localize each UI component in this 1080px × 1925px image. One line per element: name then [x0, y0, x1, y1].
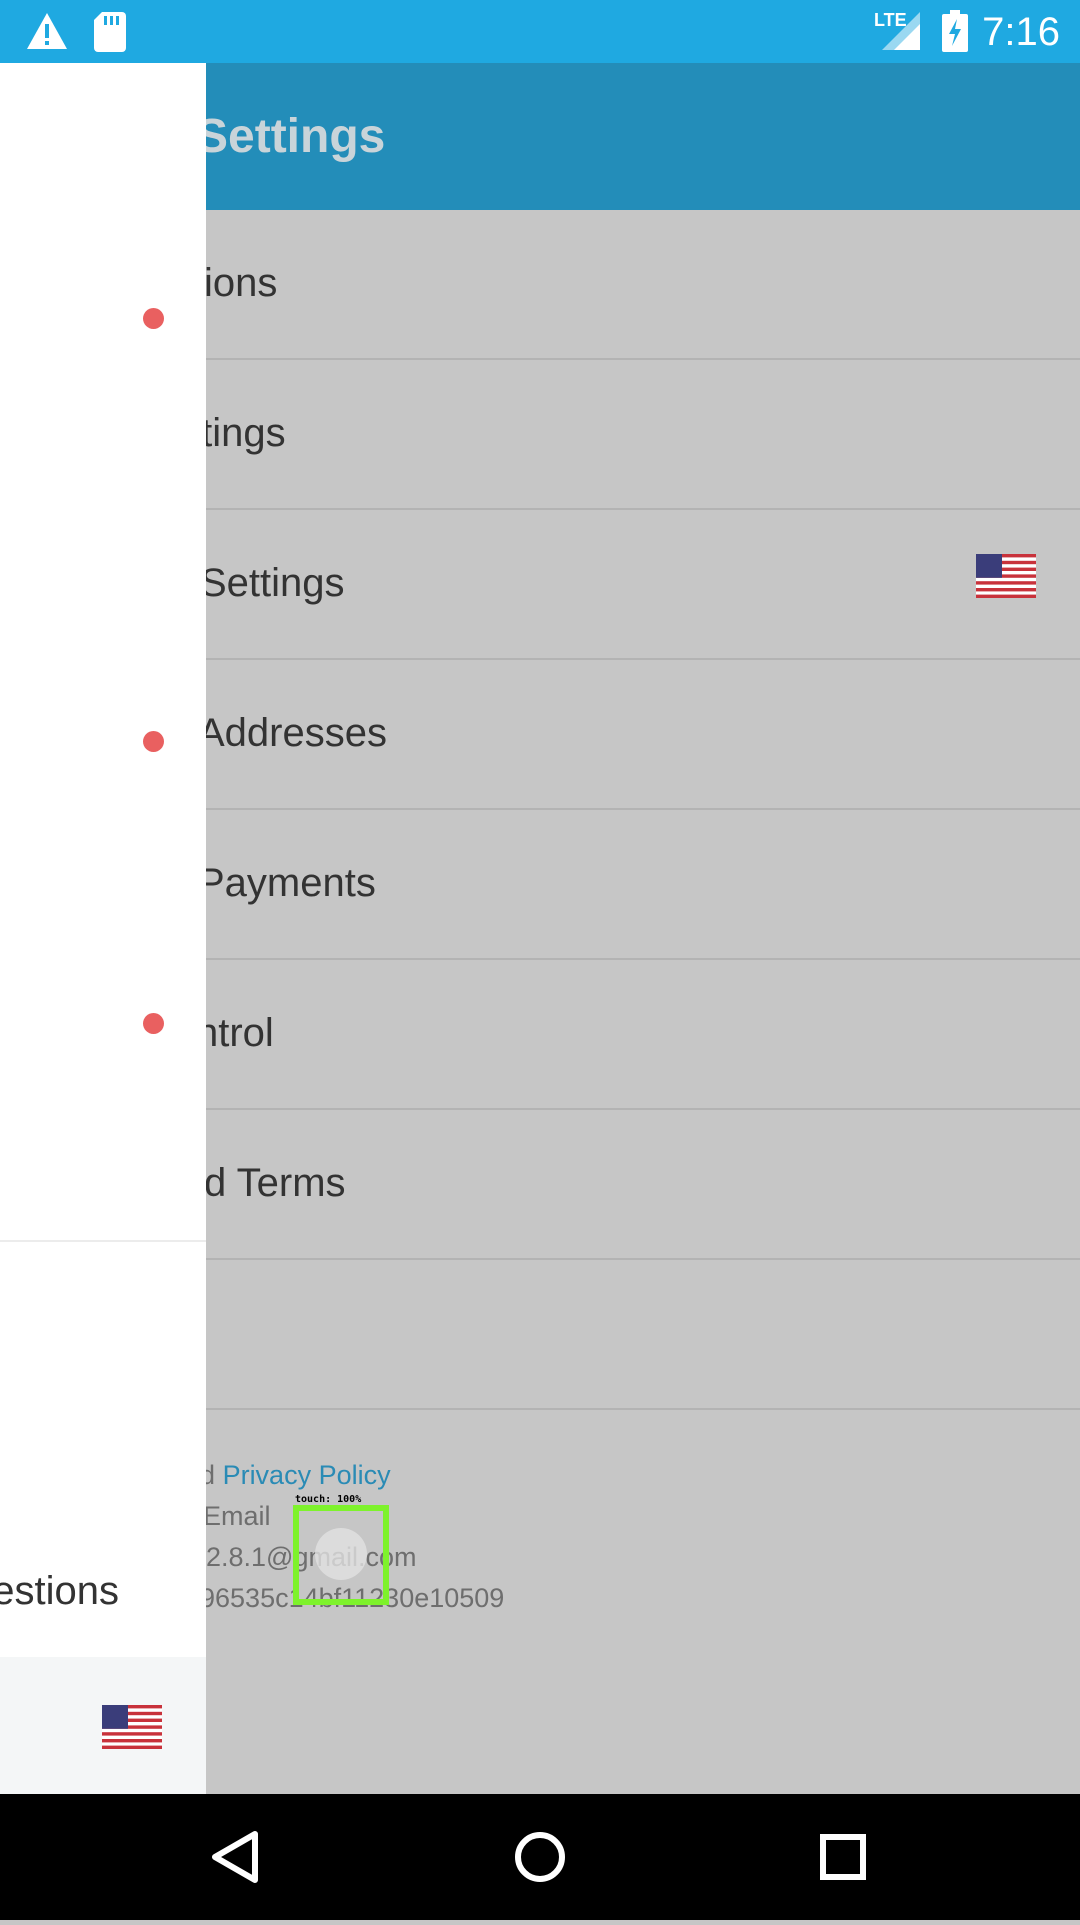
notification-badge-dot [143, 1013, 164, 1034]
sd-card-icon [94, 12, 126, 52]
us-flag-icon[interactable] [102, 1705, 162, 1749]
drawer-menu [0, 63, 206, 1240]
us-flag-icon [976, 554, 1036, 598]
notification-badge-dot [143, 308, 164, 329]
status-bar: LTE 7:16 [0, 0, 1080, 63]
row-label: Addresses [198, 711, 387, 755]
row-label: ions [204, 261, 278, 305]
lte-signal-icon [882, 12, 920, 50]
touch-indicator-label: touch: 100% [295, 1494, 362, 1505]
page-title: Settings [196, 110, 386, 163]
privacy-policy-link[interactable]: Privacy Policy [223, 1460, 391, 1490]
battery-charging-icon [942, 10, 968, 52]
home-button[interactable] [480, 1794, 600, 1920]
recents-icon [820, 1834, 866, 1880]
row-label: ntrol [196, 1011, 274, 1055]
warning-icon [27, 13, 67, 49]
home-icon [515, 1832, 565, 1882]
clock: 7:16 [982, 10, 1060, 54]
touch-indicator-box [293, 1505, 389, 1605]
drawer-item-faq[interactable]: uestions [0, 1566, 119, 1616]
recents-button[interactable] [783, 1794, 903, 1920]
row-label: Settings [200, 561, 345, 605]
notification-badge-dot [143, 731, 164, 752]
row-label: d Terms [204, 1161, 346, 1205]
back-icon [212, 1831, 258, 1883]
back-button[interactable] [177, 1794, 297, 1920]
navigation-bar [0, 1794, 1080, 1920]
row-label: Payments [198, 861, 376, 905]
